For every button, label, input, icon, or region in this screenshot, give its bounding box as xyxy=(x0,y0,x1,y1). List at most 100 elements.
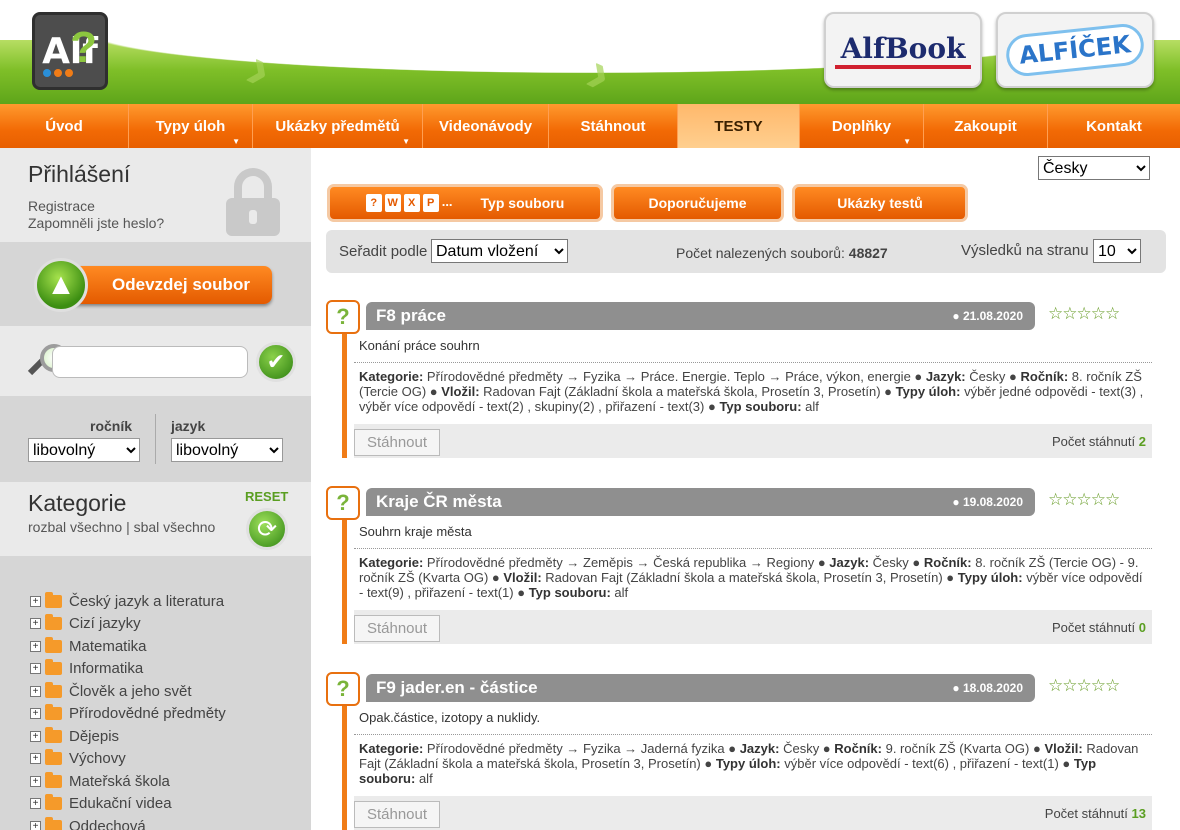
expand-icon[interactable]: + xyxy=(30,595,41,607)
per-page-select[interactable]: 10 xyxy=(1093,239,1141,263)
tree-item[interactable]: + Přírodovědné předměty xyxy=(30,703,226,726)
result-item: ? F9 jader.en - částice ● 18.08.2020 ☆☆☆… xyxy=(326,672,1152,830)
result-meta: Kategorie: Přírodovědné předměty → Zeměp… xyxy=(359,555,1149,600)
expand-all-link[interactable]: rozbal všechno xyxy=(28,519,122,535)
tree-item[interactable]: + Oddechová xyxy=(30,815,226,830)
site-language-select[interactable]: Česky xyxy=(1038,156,1150,180)
found-count-text: Počet nalezených souborů: 48827 xyxy=(676,245,888,261)
alf-file-icon[interactable]: ? xyxy=(326,486,360,520)
grade-select[interactable]: libovolný xyxy=(28,438,140,462)
nav-ukazky-predmetu[interactable]: Ukázky předmětů ▼ xyxy=(253,104,423,148)
category-tree: + Český jazyk a literatura + Cizí jazyky +… xyxy=(30,590,226,830)
nav-doplnky[interactable]: Doplňky ▼ xyxy=(800,104,924,148)
tree-item-label: Oddechová xyxy=(69,817,146,830)
reset-label[interactable]: RESET xyxy=(245,489,288,504)
sort-select[interactable]: Datum vložení xyxy=(431,239,568,263)
tree-item[interactable]: + Výchovy xyxy=(30,748,226,771)
expand-icon[interactable]: + xyxy=(30,820,41,830)
result-title[interactable]: F9 jader.en - částice xyxy=(376,678,538,698)
tree-item[interactable]: + Mateřská škola xyxy=(30,770,226,793)
nav-kontakt[interactable]: Kontakt xyxy=(1048,104,1180,148)
tree-toggles: rozbal všechno | sbal všechno xyxy=(28,519,215,535)
reset-refresh-icon[interactable]: ⟳ xyxy=(246,508,288,550)
chevron-down-icon: ▼ xyxy=(232,137,240,146)
categories-panel: Kategorie rozbal všechno | sbal všechno … xyxy=(0,482,311,556)
result-title-bar[interactable]: Kraje ČR města ● 19.08.2020 xyxy=(366,488,1035,516)
meta-value: Přírodovědné předměty → Zeměpis → Česká … xyxy=(426,555,826,570)
download-button[interactable]: Stáhnout xyxy=(354,801,440,828)
alfbook-banner[interactable]: AlfBook xyxy=(824,12,982,88)
tab-file-type-label: Typ souboru xyxy=(480,195,565,211)
meta-value: 9. ročník ZŠ (Kvarta OG) ● xyxy=(885,741,1041,756)
login-title: Přihlášení xyxy=(28,161,131,187)
sidebar: Přihlášení Registrace Zapomněli jste hes… xyxy=(0,148,311,830)
tree-item[interactable]: + Edukační videa xyxy=(30,793,226,816)
rating-stars-icon[interactable]: ☆☆☆☆☆ xyxy=(1048,676,1120,696)
nav-label: Stáhnout xyxy=(580,117,646,135)
result-title-bar[interactable]: F8 práce ● 21.08.2020 xyxy=(366,302,1035,330)
upload-file-button[interactable]: Odevzdej soubor ▲ xyxy=(34,258,274,312)
collapse-all-link[interactable]: sbal všechno xyxy=(134,519,216,535)
tree-item[interactable]: + Český jazyk a literatura xyxy=(30,590,226,613)
tab-test-samples[interactable]: Ukázky testů xyxy=(792,184,968,222)
download-count: Počet stáhnutí 13 xyxy=(1045,806,1146,821)
folder-icon xyxy=(45,659,62,676)
chevron-down-icon: ▼ xyxy=(903,137,911,146)
tree-item[interactable]: + Člověk a jeho svět xyxy=(30,680,226,703)
rating-stars-icon[interactable]: ☆☆☆☆☆ xyxy=(1048,304,1120,324)
register-link[interactable]: Registrace xyxy=(28,198,95,214)
nav-typy-uloh[interactable]: Typy úloh ▼ xyxy=(129,104,253,148)
nav-videonavody[interactable]: Videonávody xyxy=(423,104,549,148)
tree-item[interactable]: + Informatika xyxy=(30,658,226,681)
result-date: ● 21.08.2020 xyxy=(952,309,1023,323)
result-title[interactable]: F8 práce xyxy=(376,306,446,326)
tree-item[interactable]: + Dějepis xyxy=(30,725,226,748)
expand-icon[interactable]: + xyxy=(30,775,41,787)
tree-item[interactable]: + Cizí jazyky xyxy=(30,613,226,636)
download-button[interactable]: Stáhnout xyxy=(354,615,440,642)
language-filter-select[interactable]: libovolný xyxy=(171,438,283,462)
tree-item-label: Výchovy xyxy=(69,750,126,768)
alficek-banner[interactable]: ALFÍČEK xyxy=(996,12,1154,88)
expand-icon[interactable]: + xyxy=(30,708,41,720)
nav-stahnout[interactable]: Stáhnout xyxy=(549,104,678,148)
result-title[interactable]: Kraje ČR města xyxy=(376,492,502,512)
alf-file-icon[interactable]: ? xyxy=(326,300,360,334)
expand-icon[interactable]: + xyxy=(30,640,41,652)
found-count: 48827 xyxy=(848,245,888,261)
meta-label: Jazyk: xyxy=(829,555,870,570)
nav-label: Úvod xyxy=(45,117,83,135)
tree-item-label: Cizí jazyky xyxy=(69,615,141,633)
expand-icon[interactable]: + xyxy=(30,798,41,810)
alf-file-icon: ? xyxy=(365,194,382,212)
tab-recommended-label: Doporučujeme xyxy=(648,195,747,211)
search-submit-button[interactable]: ✔ xyxy=(256,342,296,382)
expand-icon[interactable]: + xyxy=(30,685,41,697)
folder-icon xyxy=(45,749,62,766)
folder-icon xyxy=(45,771,62,788)
meta-value: Radovan Fajt (Základní škola a mateřská … xyxy=(483,384,893,399)
folder-icon xyxy=(45,591,62,608)
forgot-password-link[interactable]: Zapomněli jste heslo? xyxy=(28,215,164,231)
site-logo[interactable]: Alf ? xyxy=(32,12,108,90)
search-input[interactable] xyxy=(52,346,248,378)
tab-recommended[interactable]: Doporučujeme xyxy=(611,184,784,222)
expand-icon[interactable]: + xyxy=(30,663,41,675)
expand-icon[interactable]: + xyxy=(30,618,41,630)
download-count-label: Počet stáhnutí xyxy=(1052,434,1136,449)
expand-icon[interactable]: + xyxy=(30,753,41,765)
tree-item[interactable]: + Matematika xyxy=(30,635,226,658)
nav-uvod[interactable]: Úvod xyxy=(0,104,129,148)
nav-zakoupit[interactable]: Zakoupit xyxy=(924,104,1048,148)
expand-icon[interactable]: + xyxy=(30,730,41,742)
meta-label: Typy úloh: xyxy=(957,570,1023,585)
nav-testy[interactable]: TESTY xyxy=(678,104,800,148)
alf-file-icon[interactable]: ? xyxy=(326,672,360,706)
tab-file-type[interactable]: ? W X P ... Typ souboru xyxy=(327,184,603,222)
result-title-bar[interactable]: F9 jader.en - částice ● 18.08.2020 xyxy=(366,674,1035,702)
meta-label: Vložil: xyxy=(441,384,480,399)
rating-stars-icon[interactable]: ☆☆☆☆☆ xyxy=(1048,490,1120,510)
download-button[interactable]: Stáhnout xyxy=(354,429,440,456)
lock-icon[interactable] xyxy=(224,168,282,238)
toggle-separator: | xyxy=(126,519,130,535)
